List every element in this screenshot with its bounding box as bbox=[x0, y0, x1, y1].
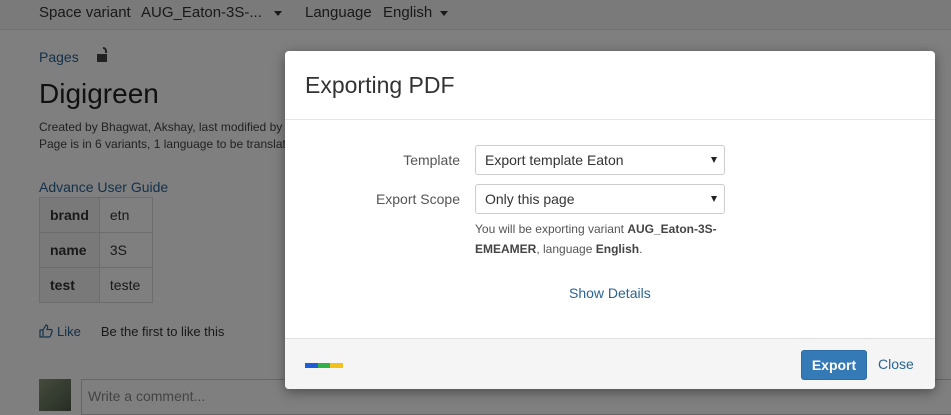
loader-segment bbox=[305, 363, 318, 368]
export-info-note: You will be exporting variant AUG_Eaton-… bbox=[475, 222, 717, 256]
export-scope-label: Export Scope bbox=[375, 191, 460, 207]
dialog-footer: Export Close bbox=[285, 338, 935, 389]
loader-segment bbox=[330, 363, 343, 368]
loading-indicator-icon bbox=[305, 363, 343, 368]
dialog-title: Exporting PDF bbox=[305, 72, 455, 98]
template-select-value: Export template Eaton bbox=[485, 152, 624, 168]
dialog-header: Exporting PDF bbox=[285, 51, 935, 120]
export-button[interactable]: Export bbox=[801, 350, 867, 380]
loader-segment bbox=[317, 363, 331, 368]
language-name: English bbox=[595, 242, 640, 256]
template-select[interactable]: Export template Eaton bbox=[475, 145, 725, 175]
dropdown-arrow-icon bbox=[711, 157, 717, 163]
show-details-link[interactable]: Show Details bbox=[569, 285, 651, 301]
dropdown-arrow-icon bbox=[711, 196, 717, 202]
template-label: Template bbox=[403, 152, 460, 168]
export-pdf-dialog: Exporting PDF Template Export template E… bbox=[285, 51, 935, 389]
export-scope-select-value: Only this page bbox=[485, 191, 575, 207]
close-link[interactable]: Close bbox=[878, 356, 914, 372]
export-scope-select[interactable]: Only this page bbox=[475, 184, 725, 214]
